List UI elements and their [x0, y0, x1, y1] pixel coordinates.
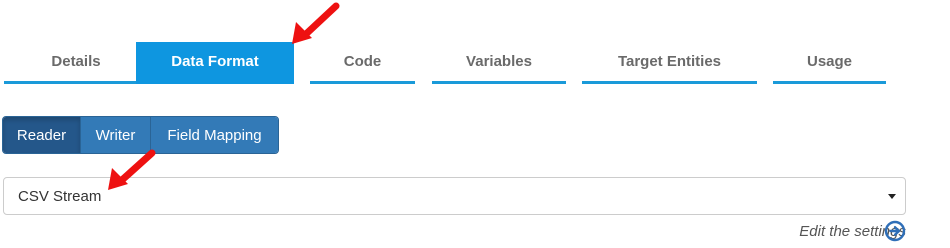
- tab-label: Data Format: [171, 53, 259, 70]
- page: Details Data Format Code Variables Targe…: [0, 0, 950, 248]
- tab-details[interactable]: Details: [4, 42, 148, 84]
- tab-label: Usage: [806, 53, 853, 70]
- reader-select[interactable]: CSV Stream: [3, 177, 906, 215]
- tab-target-entities[interactable]: Target Entities: [582, 42, 757, 84]
- field-mapping-button[interactable]: Field Mapping: [151, 117, 278, 153]
- red-arrow-icon: [292, 2, 340, 44]
- reader-button[interactable]: Reader: [3, 117, 81, 153]
- writer-button[interactable]: Writer: [81, 117, 151, 153]
- tab-usage[interactable]: Usage: [773, 42, 886, 84]
- tab-variables[interactable]: Variables: [432, 42, 566, 84]
- writer-button-label: Writer: [95, 126, 136, 144]
- tab-label: Target Entities: [617, 53, 722, 70]
- format-button-group: Reader Writer Field Mapping: [2, 116, 279, 154]
- field-mapping-button-label: Field Mapping: [167, 126, 262, 144]
- reader-button-label: Reader: [16, 126, 67, 144]
- tab-data-format[interactable]: Data Format: [136, 42, 294, 84]
- circle-arrow-right-icon[interactable]: [884, 220, 906, 242]
- reader-select-value: CSV Stream: [18, 187, 102, 205]
- tab-label: Details: [51, 53, 101, 70]
- tab-code[interactable]: Code: [310, 42, 415, 84]
- tab-label: Variables: [466, 53, 532, 70]
- caret-down-icon: [888, 194, 896, 199]
- tab-label: Code: [343, 53, 382, 70]
